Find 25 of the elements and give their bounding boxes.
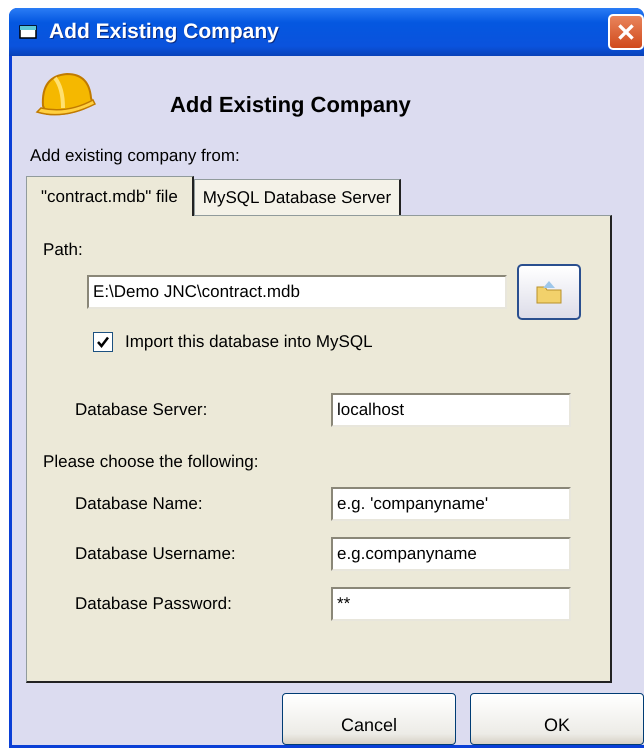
tab[interactable]: MySQL Database Server [194, 179, 402, 216]
folder-icon [534, 279, 564, 306]
path-field[interactable]: E:\Demo JNC\contract.mdb [87, 275, 507, 310]
field-label: Database Username: [75, 544, 237, 564]
section-label: Please choose the following: [43, 452, 260, 472]
checkbox-label: Import this database into MySQL [125, 332, 373, 352]
window-title: Add Existing Company [49, 20, 280, 44]
field-label: Database Password: [75, 594, 233, 614]
input-field[interactable]: e.g. 'companyname' [331, 487, 571, 522]
server-field[interactable]: localhost [331, 393, 571, 428]
input-field[interactable]: e.g.companyname [331, 537, 571, 572]
path-label: Path: [43, 240, 84, 260]
dialog-heading: Add Existing Company [170, 92, 411, 118]
field-label: Database Name: [75, 494, 204, 514]
input-field[interactable]: ** [331, 587, 571, 622]
tab[interactable]: "contract.mdb" file [26, 176, 194, 216]
source-label: Add existing company from: [30, 146, 241, 166]
browse-button[interactable] [517, 264, 581, 320]
field-label: Database Server: [75, 400, 208, 420]
window-icon [19, 24, 39, 40]
close-button[interactable] [608, 14, 644, 50]
checkbox[interactable] [93, 332, 113, 352]
dialog-button[interactable]: OK [470, 693, 644, 745]
dialog-button[interactable]: Cancel [282, 693, 456, 745]
check-icon [96, 335, 110, 350]
